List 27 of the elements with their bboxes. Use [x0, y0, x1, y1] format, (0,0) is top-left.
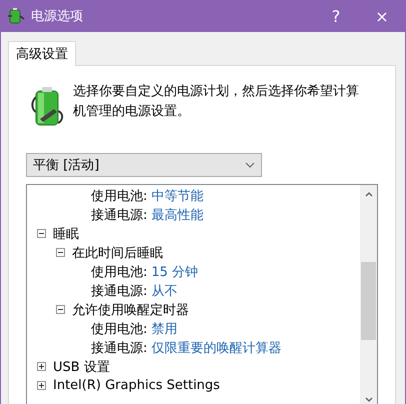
expand-icon[interactable]	[37, 381, 46, 390]
battery-icon	[30, 85, 64, 127]
close-button[interactable]: ×	[359, 0, 405, 32]
tree-group[interactable]: 在此时间后睡眠	[72, 244, 163, 262]
tree-group[interactable]: 允许使用唤醒定时器	[72, 300, 189, 318]
description-text: 选择你要自定义的电源计划，然后选择你希望计算机管理的电源设置。	[73, 83, 360, 121]
setting-item[interactable]: 使用电池: 中等节能	[91, 186, 204, 204]
window-title: 电源选项	[31, 8, 84, 25]
expand-icon[interactable]	[37, 362, 46, 371]
scrollbar-thumb[interactable]	[361, 262, 376, 340]
tree-group[interactable]: 睡眠	[53, 224, 79, 242]
tab[interactable]: 高级设置	[8, 41, 76, 66]
setting-item[interactable]: 使用电池: 禁用	[91, 320, 178, 338]
tree-group[interactable]: USB 设置	[53, 358, 110, 376]
battery-icon	[7, 7, 25, 25]
scrollbar[interactable]	[360, 185, 377, 404]
setting-item[interactable]: 接通电源: 从不	[91, 282, 178, 300]
plan-dropdown[interactable]: 平衡 [活动]	[26, 153, 262, 177]
help-button[interactable]: ?	[313, 0, 359, 32]
collapse-icon[interactable]	[37, 229, 46, 238]
chevron-icon	[245, 162, 255, 168]
collapse-icon[interactable]	[56, 305, 65, 314]
setting-item[interactable]: 接通电源: 最高性能	[91, 206, 204, 224]
setting-item[interactable]: 使用电池: 15 分钟	[91, 262, 198, 280]
collapse-icon[interactable]	[56, 248, 65, 257]
tree-group[interactable]: Intel(R) Graphics Settings	[53, 378, 220, 393]
setting-item[interactable]: 接通电源: 仅限重要的唤醒计算器	[91, 338, 282, 356]
